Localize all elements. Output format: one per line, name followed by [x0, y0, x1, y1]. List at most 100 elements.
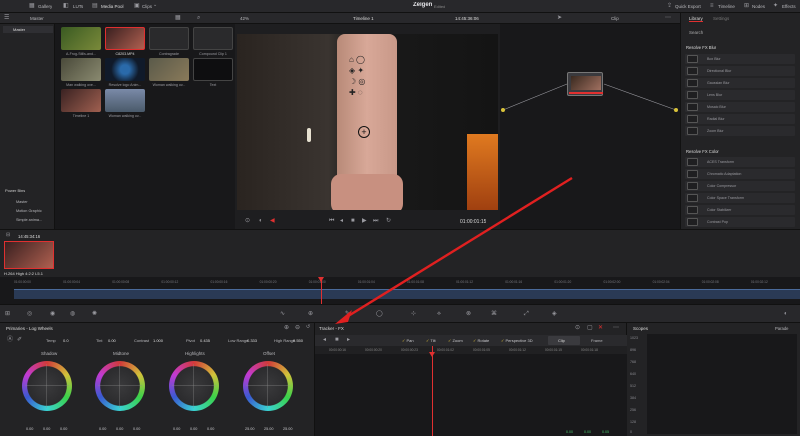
wheel-value[interactable]: 0.00: [43, 427, 50, 431]
clip-thumbnail[interactable]: [61, 58, 101, 81]
track-forward-icon[interactable]: ▸: [347, 337, 350, 343]
mini-timeline[interactable]: 01:00:00:00 01:00:00:04 01:00:00:08 01:00:0…: [0, 277, 800, 304]
zoom-checkbox[interactable]: ✓ Zoom: [448, 338, 463, 343]
tracker-icon[interactable]: ⊹: [411, 311, 416, 317]
clip-thumbnail-selected[interactable]: [105, 27, 145, 50]
nodes-button[interactable]: Nodes: [752, 4, 765, 9]
zoom-in-icon[interactable]: ⊕: [284, 325, 289, 331]
qualifier-icon[interactable]: ✎: [345, 311, 350, 317]
tracker-graph[interactable]: 00:00:00:16 00:00:00:20 00:00:00:23 00:0…: [315, 346, 627, 436]
record-icon[interactable]: ◀: [270, 218, 275, 224]
tab-luts[interactable]: LUTs: [73, 4, 83, 9]
media-pool-icon[interactable]: ▤: [92, 3, 98, 9]
wheel-value[interactable]: 0.00: [207, 427, 214, 431]
quick-export-button[interactable]: Quick Export: [675, 4, 701, 9]
picker-icon[interactable]: ✐: [17, 337, 22, 343]
window-mode-icon[interactable]: ▢: [587, 325, 593, 331]
blur-icon[interactable]: ⊗: [466, 311, 471, 317]
power-bin-item[interactable]: Master: [16, 200, 28, 204]
clip-thumbnail[interactable]: [193, 58, 233, 81]
tracker-playhead[interactable]: [432, 346, 433, 436]
track-stop-icon[interactable]: ■: [335, 337, 339, 343]
clip-strip-icon[interactable]: ⊟: [6, 233, 10, 238]
reset-icon[interactable]: ↺: [306, 325, 310, 330]
luts-icon[interactable]: ◧: [63, 3, 69, 9]
effect-item[interactable]: Box Blur: [685, 54, 795, 64]
rotate-checkbox[interactable]: ✓ Rotate: [473, 338, 489, 343]
offset-wheel[interactable]: [243, 361, 293, 411]
effect-item[interactable]: Directional Blur: [685, 66, 795, 76]
tab-library[interactable]: Library: [689, 16, 703, 22]
effect-item[interactable]: Color Stabilizer: [685, 205, 795, 215]
tracker-playhead-marker[interactable]: [429, 352, 435, 357]
effect-item[interactable]: Chromatic Adaptation: [685, 169, 795, 179]
effect-item[interactable]: Mosaic Blur: [685, 102, 795, 112]
search-input[interactable]: Search: [689, 30, 703, 35]
effect-item[interactable]: Gaussian Blur: [685, 78, 795, 88]
audio-icon[interactable]: ◐: [259, 218, 263, 224]
clip-thumbnail[interactable]: [61, 89, 101, 112]
wheel-value[interactable]: 25.00: [283, 427, 293, 431]
perspective-checkbox[interactable]: ✓ Perspective 3D: [501, 338, 533, 343]
quick-export-icon[interactable]: ⇪: [667, 3, 672, 9]
auto-balance-icon[interactable]: Ⓐ: [7, 337, 13, 343]
effect-item[interactable]: Contrast Pop: [685, 217, 795, 227]
wheel-value[interactable]: 0.00: [99, 427, 106, 431]
scope-toggle-icon[interactable]: ◐: [784, 311, 788, 317]
more-options-icon[interactable]: ⋯: [613, 325, 619, 331]
play-icon[interactable]: ▶: [362, 218, 367, 224]
track-backward-icon[interactable]: ◂: [323, 337, 326, 343]
zoom-out-icon[interactable]: ⊖: [295, 325, 300, 331]
skip-end-icon[interactable]: ⏭: [373, 218, 378, 224]
chevron-down-icon[interactable]: ⌄: [153, 3, 157, 8]
wheel-value[interactable]: 0.00: [190, 427, 197, 431]
skip-start-icon[interactable]: ⏮: [329, 218, 334, 224]
effect-item[interactable]: Color Compressor: [685, 181, 795, 191]
output-dot[interactable]: [674, 108, 678, 112]
frame-mode-button[interactable]: Frame: [591, 338, 603, 343]
color-wheels-icon[interactable]: ◉: [50, 311, 55, 317]
loop-icon[interactable]: ↻: [386, 218, 391, 224]
clip-thumbnail[interactable]: [105, 58, 145, 81]
pan-checkbox[interactable]: ✓ Pan: [402, 338, 414, 343]
clip-thumbnail[interactable]: [149, 27, 189, 50]
timeline-button[interactable]: Timeline: [718, 4, 735, 9]
shadow-wheel[interactable]: [22, 361, 72, 411]
wheel-value[interactable]: 0.00: [60, 427, 67, 431]
timeline-selector[interactable]: Timeline 1: [353, 16, 374, 21]
sizing-icon[interactable]: ⤢: [524, 311, 529, 317]
param-value[interactable]: 0.550: [293, 338, 303, 343]
effect-item[interactable]: Lens Blur: [685, 90, 795, 100]
effects-button[interactable]: Effects: [782, 4, 796, 9]
key-icon[interactable]: ⌘: [491, 311, 497, 317]
clips-icon[interactable]: ▣: [134, 3, 140, 9]
param-value[interactable]: 0.00: [108, 338, 116, 343]
stop-icon[interactable]: ■: [351, 218, 355, 224]
scope-mode-selector[interactable]: Parade: [775, 326, 789, 331]
gallery-icon[interactable]: ▦: [29, 3, 35, 9]
wheel-value[interactable]: 0.00: [116, 427, 123, 431]
wheel-value[interactable]: 0.00: [26, 427, 33, 431]
effect-mode-icon[interactable]: ✕: [598, 325, 603, 331]
input-dot[interactable]: [501, 108, 505, 112]
param-value[interactable]: 0.333: [247, 338, 257, 343]
param-value[interactable]: 0.0: [63, 338, 69, 343]
timeline-icon[interactable]: ≡: [710, 3, 714, 9]
effect-item[interactable]: Zoom Blur: [685, 126, 795, 136]
rgb-mixer-icon[interactable]: ◍: [70, 311, 75, 317]
effect-item[interactable]: Radial Blur: [685, 114, 795, 124]
warper-icon[interactable]: ⊕: [308, 311, 313, 317]
wheel-value[interactable]: 25.00: [245, 427, 255, 431]
effect-item[interactable]: Color Space Transform: [685, 193, 795, 203]
nodes-icon[interactable]: ⊞: [744, 3, 749, 9]
playback-options-icon[interactable]: ⊙: [245, 218, 250, 224]
effect-item[interactable]: ACES Transform: [685, 157, 795, 167]
effects-icon[interactable]: ✦: [773, 3, 778, 9]
param-value[interactable]: 0.435: [200, 338, 210, 343]
tab-gallery[interactable]: Gallery: [38, 4, 52, 9]
wheel-value[interactable]: 0.00: [133, 427, 140, 431]
zoom-level[interactable]: 42%: [240, 16, 249, 21]
midtone-wheel[interactable]: [95, 361, 145, 411]
clip-thumbnail[interactable]: [193, 27, 233, 50]
tilt-checkbox[interactable]: ✓ Tilt: [426, 338, 436, 343]
